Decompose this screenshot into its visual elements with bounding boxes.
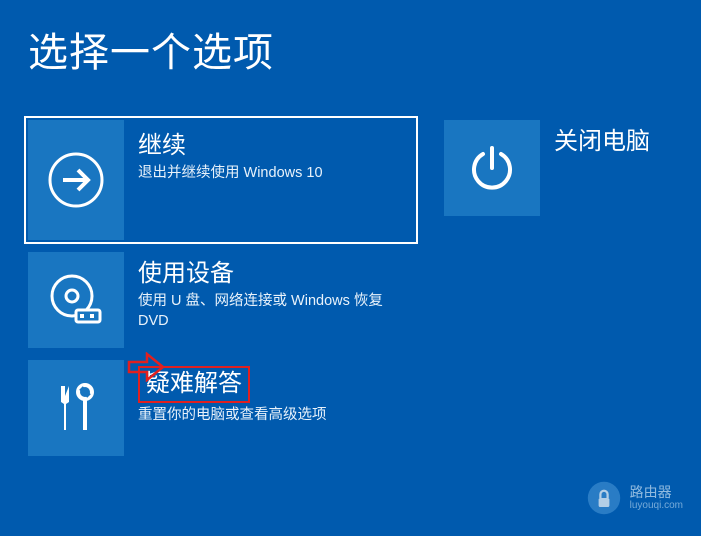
options-container: 继续 退出并继续使用 Windows 10 使用设备 使用 U 盘、网络连接或 …: [0, 78, 701, 456]
troubleshoot-title: 疑难解答: [138, 366, 414, 403]
shutdown-option[interactable]: 关闭电脑: [444, 120, 680, 216]
power-icon: [466, 142, 518, 194]
right-column: 关闭电脑: [444, 120, 680, 456]
disc-usb-icon: [46, 270, 106, 330]
watermark-icon: [586, 480, 622, 516]
left-column: 继续 退出并继续使用 Windows 10 使用设备 使用 U 盘、网络连接或 …: [28, 120, 414, 456]
use-device-icon-box: [28, 252, 124, 348]
use-device-option[interactable]: 使用设备 使用 U 盘、网络连接或 Windows 恢复 DVD: [28, 252, 414, 348]
shutdown-title: 关闭电脑: [554, 126, 680, 157]
continue-text: 继续 退出并继续使用 Windows 10: [124, 120, 414, 240]
troubleshoot-text: 疑难解答 重置你的电脑或查看高级选项: [124, 360, 414, 456]
use-device-desc: 使用 U 盘、网络连接或 Windows 恢复 DVD: [138, 291, 414, 332]
continue-icon-box: [28, 120, 124, 240]
shutdown-icon-box: [444, 120, 540, 216]
page-title: 选择一个选项: [0, 0, 701, 78]
arrow-right-icon: [48, 152, 104, 208]
use-device-title: 使用设备: [138, 258, 414, 289]
watermark: 路由器 luyouqi.com: [586, 480, 683, 516]
watermark-name: 路由器: [630, 484, 683, 501]
continue-title: 继续: [138, 130, 414, 161]
troubleshoot-option[interactable]: 疑难解答 重置你的电脑或查看高级选项: [28, 360, 414, 456]
continue-option[interactable]: 继续 退出并继续使用 Windows 10: [24, 116, 418, 244]
continue-desc: 退出并继续使用 Windows 10: [138, 163, 414, 183]
highlight-arrow-icon: [127, 352, 165, 382]
watermark-text: 路由器 luyouqi.com: [630, 484, 683, 513]
troubleshoot-icon-box: [28, 360, 124, 456]
troubleshoot-desc: 重置你的电脑或查看高级选项: [138, 405, 414, 425]
shutdown-text: 关闭电脑: [540, 120, 680, 216]
use-device-text: 使用设备 使用 U 盘、网络连接或 Windows 恢复 DVD: [124, 252, 414, 348]
watermark-url: luyouqi.com: [630, 500, 683, 512]
tools-icon: [51, 378, 101, 438]
